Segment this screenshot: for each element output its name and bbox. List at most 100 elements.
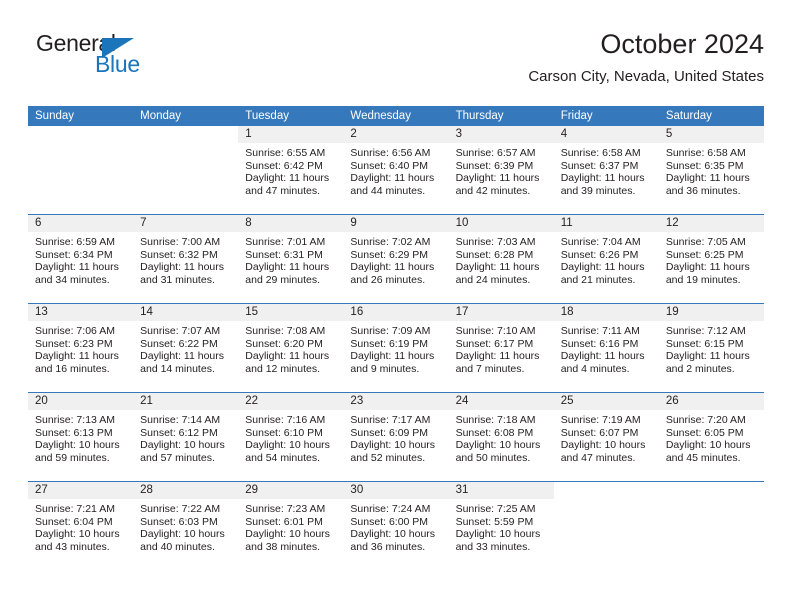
day-number: 31 [448, 482, 554, 499]
day-details: Sunrise: 6:57 AM Sunset: 6:39 PM Dayligh… [449, 143, 554, 198]
sunset-text: Sunset: 6:17 PM [455, 337, 534, 350]
sunrise-text: Sunrise: 6:58 AM [560, 147, 641, 159]
daylight-text-line2: and 31 minutes. [140, 274, 215, 287]
day-cell-inner[interactable]: 3 Sunrise: 6:57 AM Sunset: 6:39 PM Dayli… [448, 126, 554, 214]
day-details: Sunrise: 7:19 AM Sunset: 6:07 PM Dayligh… [554, 410, 659, 465]
daylight-text-line2: and 39 minutes. [560, 185, 636, 198]
daylight-text-line1: Daylight: 11 hours [665, 261, 750, 274]
day-cell [133, 126, 239, 215]
day-number: 3 [448, 126, 554, 143]
day-cell-inner[interactable]: 14 Sunrise: 7:07 AM Sunset: 6:22 PM Dayl… [133, 304, 239, 392]
sunrise-text: Sunrise: 7:06 AM [35, 325, 115, 337]
daylight-text-line1: Daylight: 11 hours [245, 350, 330, 363]
day-number: 19 [658, 304, 764, 321]
sunset-text: Sunset: 6:08 PM [455, 426, 534, 439]
title-block: October 2024 Carson City, Nevada, United… [528, 28, 764, 87]
sunset-text: Sunset: 6:40 PM [350, 159, 429, 172]
day-cell-inner[interactable]: 2 Sunrise: 6:56 AM Sunset: 6:40 PM Dayli… [343, 126, 449, 214]
daylight-text-line1: Daylight: 11 hours [245, 261, 330, 274]
day-cell-inner[interactable]: 17 Sunrise: 7:10 AM Sunset: 6:17 PM Dayl… [448, 304, 554, 392]
sunrise-text: Sunrise: 7:25 AM [455, 503, 536, 515]
sunrise-text: Sunrise: 7:23 AM [245, 503, 326, 515]
day-cell-inner[interactable]: 29 Sunrise: 7:23 AM Sunset: 6:01 PM Dayl… [238, 482, 344, 570]
sunrise-text: Sunrise: 7:18 AM [455, 414, 536, 426]
day-cell-inner[interactable]: 6 Sunrise: 6:59 AM Sunset: 6:34 PM Dayli… [28, 215, 134, 303]
day-details: Sunrise: 7:01 AM Sunset: 6:31 PM Dayligh… [238, 232, 343, 287]
sunset-text: Sunset: 6:16 PM [560, 337, 639, 350]
day-number [658, 482, 764, 499]
day-cell-inner[interactable]: 13 Sunrise: 7:06 AM Sunset: 6:23 PM Dayl… [28, 304, 134, 392]
day-cell-inner[interactable]: 8 Sunrise: 7:01 AM Sunset: 6:31 PM Dayli… [238, 215, 344, 303]
day-cell-inner[interactable]: 21 Sunrise: 7:14 AM Sunset: 6:12 PM Dayl… [133, 393, 239, 481]
day-cell-inner[interactable]: 30 Sunrise: 7:24 AM Sunset: 6:00 PM Dayl… [343, 482, 449, 570]
weekday-header-thursday: Thursday [448, 106, 554, 126]
day-cell-inner[interactable]: 28 Sunrise: 7:22 AM Sunset: 6:03 PM Dayl… [133, 482, 239, 570]
day-details: Sunrise: 7:04 AM Sunset: 6:26 PM Dayligh… [554, 232, 659, 287]
day-cell-inner[interactable]: 31 Sunrise: 7:25 AM Sunset: 5:59 PM Dayl… [448, 482, 554, 570]
day-cell-inner[interactable]: 7 Sunrise: 7:00 AM Sunset: 6:32 PM Dayli… [133, 215, 239, 303]
sunset-text: Sunset: 6:31 PM [245, 248, 323, 261]
day-number: 12 [658, 215, 764, 232]
day-cell: 20 Sunrise: 7:13 AM Sunset: 6:13 PM Dayl… [28, 392, 134, 482]
day-cell-inner [133, 126, 239, 214]
day-cell-inner[interactable]: 16 Sunrise: 7:09 AM Sunset: 6:19 PM Dayl… [343, 304, 449, 392]
day-cell-inner[interactable]: 15 Sunrise: 7:08 AM Sunset: 6:20 PM Dayl… [238, 304, 344, 392]
day-cell-inner[interactable]: 5 Sunrise: 6:58 AM Sunset: 6:35 PM Dayli… [658, 126, 764, 214]
sunset-text: Sunset: 6:15 PM [665, 337, 744, 350]
day-cell-inner[interactable]: 9 Sunrise: 7:02 AM Sunset: 6:29 PM Dayli… [343, 215, 449, 303]
day-cell-inner [658, 482, 764, 570]
daylight-text-line1: Daylight: 10 hours [140, 528, 225, 541]
day-cell: 9 Sunrise: 7:02 AM Sunset: 6:29 PM Dayli… [343, 214, 449, 304]
day-cell-inner[interactable]: 4 Sunrise: 6:58 AM Sunset: 6:37 PM Dayli… [553, 126, 659, 214]
daylight-text-line1: Daylight: 11 hours [665, 350, 750, 363]
daylight-text-line2: and 12 minutes. [245, 363, 320, 376]
daylight-text-line1: Daylight: 11 hours [245, 172, 330, 185]
daylight-text-line2: and 47 minutes. [560, 452, 636, 465]
day-cell-inner[interactable]: 26 Sunrise: 7:20 AM Sunset: 6:05 PM Dayl… [658, 393, 764, 481]
day-cell-inner[interactable]: 25 Sunrise: 7:19 AM Sunset: 6:07 PM Dayl… [553, 393, 659, 481]
sunrise-text: Sunrise: 7:00 AM [140, 236, 221, 248]
sunrise-text: Sunrise: 7:09 AM [350, 325, 431, 337]
day-number: 26 [658, 393, 764, 410]
day-number: 5 [658, 126, 764, 143]
sunrise-text: Sunrise: 7:20 AM [665, 414, 746, 426]
day-cell [553, 481, 659, 570]
sunrise-text: Sunrise: 7:10 AM [455, 325, 536, 337]
day-number: 9 [343, 215, 449, 232]
weekday-header-sunday: Sunday [28, 106, 134, 126]
day-cell-inner[interactable]: 19 Sunrise: 7:12 AM Sunset: 6:15 PM Dayl… [658, 304, 764, 392]
day-cell-inner[interactable]: 12 Sunrise: 7:05 AM Sunset: 6:25 PM Dayl… [658, 215, 764, 303]
day-cell: 21 Sunrise: 7:14 AM Sunset: 6:12 PM Dayl… [133, 392, 239, 482]
day-cell: 14 Sunrise: 7:07 AM Sunset: 6:22 PM Dayl… [133, 303, 239, 393]
day-cell: 25 Sunrise: 7:19 AM Sunset: 6:07 PM Dayl… [553, 392, 659, 482]
daylight-text-line2: and 34 minutes. [35, 274, 110, 287]
day-details: Sunrise: 7:25 AM Sunset: 5:59 PM Dayligh… [449, 499, 554, 554]
daylight-text-line2: and 54 minutes. [245, 452, 320, 465]
daylight-text-line1: Daylight: 10 hours [245, 528, 330, 541]
sunset-text: Sunset: 6:01 PM [245, 515, 323, 528]
day-number: 6 [28, 215, 134, 232]
sunset-text: Sunset: 5:59 PM [455, 515, 534, 528]
day-cell-inner[interactable]: 20 Sunrise: 7:13 AM Sunset: 6:13 PM Dayl… [28, 393, 134, 481]
daylight-text-line2: and 52 minutes. [350, 452, 426, 465]
day-cell-inner[interactable]: 18 Sunrise: 7:11 AM Sunset: 6:16 PM Dayl… [553, 304, 659, 392]
day-cell-inner[interactable]: 23 Sunrise: 7:17 AM Sunset: 6:09 PM Dayl… [343, 393, 449, 481]
daylight-text-line1: Daylight: 10 hours [350, 439, 436, 452]
day-cell-inner[interactable]: 1 Sunrise: 6:55 AM Sunset: 6:42 PM Dayli… [238, 126, 344, 214]
day-cell: 7 Sunrise: 7:00 AM Sunset: 6:32 PM Dayli… [133, 214, 239, 304]
sunrise-text: Sunrise: 7:02 AM [350, 236, 431, 248]
sunrise-text: Sunrise: 7:08 AM [245, 325, 326, 337]
day-details: Sunrise: 7:09 AM Sunset: 6:19 PM Dayligh… [343, 321, 448, 376]
day-details: Sunrise: 7:00 AM Sunset: 6:32 PM Dayligh… [133, 232, 238, 287]
day-cell-inner[interactable]: 24 Sunrise: 7:18 AM Sunset: 6:08 PM Dayl… [448, 393, 554, 481]
day-details: Sunrise: 7:05 AM Sunset: 6:25 PM Dayligh… [659, 232, 764, 287]
day-cell-inner[interactable]: 22 Sunrise: 7:16 AM Sunset: 6:10 PM Dayl… [238, 393, 344, 481]
day-cell-inner[interactable]: 11 Sunrise: 7:04 AM Sunset: 6:26 PM Dayl… [553, 215, 659, 303]
day-cell: 17 Sunrise: 7:10 AM Sunset: 6:17 PM Dayl… [448, 303, 554, 393]
day-cell-inner[interactable]: 27 Sunrise: 7:21 AM Sunset: 6:04 PM Dayl… [28, 482, 134, 570]
daylight-text-line1: Daylight: 10 hours [455, 528, 541, 541]
day-details: Sunrise: 7:22 AM Sunset: 6:03 PM Dayligh… [133, 499, 238, 554]
general-blue-logo[interactable]: General Blue [36, 30, 216, 86]
day-cell-inner[interactable]: 10 Sunrise: 7:03 AM Sunset: 6:28 PM Dayl… [448, 215, 554, 303]
page-header: General Blue October 2024 Carson City, N… [28, 28, 764, 100]
